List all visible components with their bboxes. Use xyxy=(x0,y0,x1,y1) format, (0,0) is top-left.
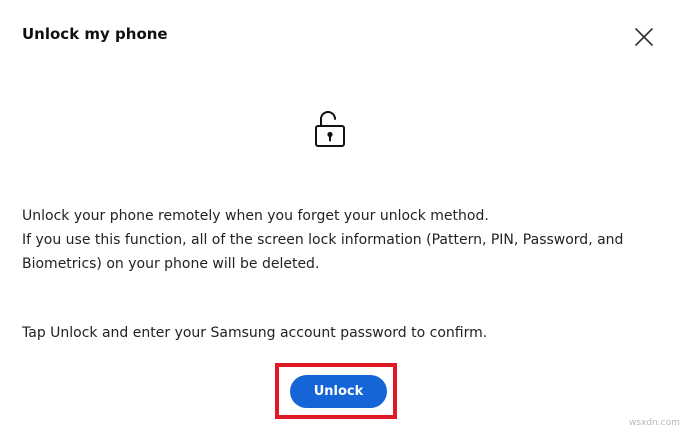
confirm-instruction: Tap Unlock and enter your Samsung accoun… xyxy=(22,325,488,341)
unlock-dialog: Unlock my phone Unlock your phone remote… xyxy=(0,0,684,433)
close-button[interactable] xyxy=(631,24,657,50)
dialog-title: Unlock my phone xyxy=(22,25,168,43)
unlock-button[interactable]: Unlock xyxy=(290,375,387,408)
unlocked-padlock-icon xyxy=(312,110,348,150)
close-icon xyxy=(635,28,653,46)
watermark-text: wsxdn.com xyxy=(629,418,680,428)
description-line: If you use this function, all of the scr… xyxy=(22,232,624,272)
description-line: Unlock your phone remotely when you forg… xyxy=(22,208,489,224)
description: Unlock your phone remotely when you forg… xyxy=(22,204,672,276)
